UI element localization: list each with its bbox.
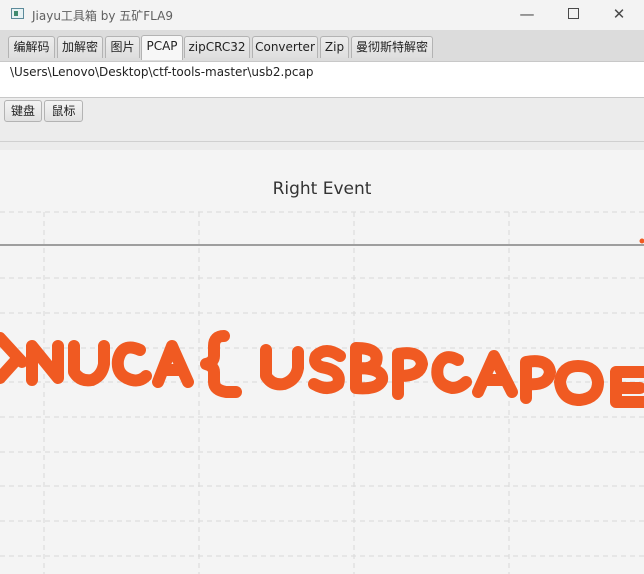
- drawn-stroke-trail: [0, 330, 644, 408]
- tab-converter[interactable]: Converter: [252, 36, 318, 58]
- tab-zipcrc32[interactable]: zipCRC32: [184, 36, 250, 58]
- axis-edge-point: [639, 238, 644, 244]
- maximize-button[interactable]: [550, 0, 596, 30]
- sub-tab-bar: 键盘 鼠标: [0, 98, 644, 142]
- tab-encode-decode[interactable]: 编解码: [8, 36, 55, 58]
- minimize-icon: —: [519, 5, 535, 23]
- mouse-button[interactable]: 鼠标: [44, 100, 83, 122]
- tab-image[interactable]: 图片: [105, 36, 140, 58]
- app-icon: [11, 8, 24, 19]
- window-title: Jiayu工具箱 by 五矿FLA9: [32, 9, 173, 23]
- right-event-chart: Right Event: [0, 150, 644, 574]
- tab-pcap[interactable]: PCAP: [141, 35, 183, 60]
- plot-area: [0, 211, 644, 574]
- maximize-icon: [567, 8, 579, 19]
- minimize-button[interactable]: —: [504, 0, 550, 30]
- close-button[interactable]: ✕: [596, 0, 642, 30]
- main-tab-bar: 编解码 加解密 图片 PCAP zipCRC32 Converter Zip 曼…: [0, 30, 644, 61]
- title-bar: Jiayu工具箱 by 五矿FLA9 — ✕: [0, 0, 644, 30]
- tab-encrypt-decrypt[interactable]: 加解密: [57, 36, 103, 58]
- keyboard-button[interactable]: 键盘: [4, 100, 42, 122]
- tab-zip[interactable]: Zip: [320, 36, 349, 58]
- tab-manchester-decode[interactable]: 曼彻斯特解密: [351, 36, 433, 58]
- file-path-field[interactable]: \Users\Lenovo\Desktop\ctf-tools-master\u…: [0, 61, 644, 98]
- close-icon: ✕: [612, 5, 626, 23]
- file-path-text: \Users\Lenovo\Desktop\ctf-tools-master\u…: [10, 65, 314, 79]
